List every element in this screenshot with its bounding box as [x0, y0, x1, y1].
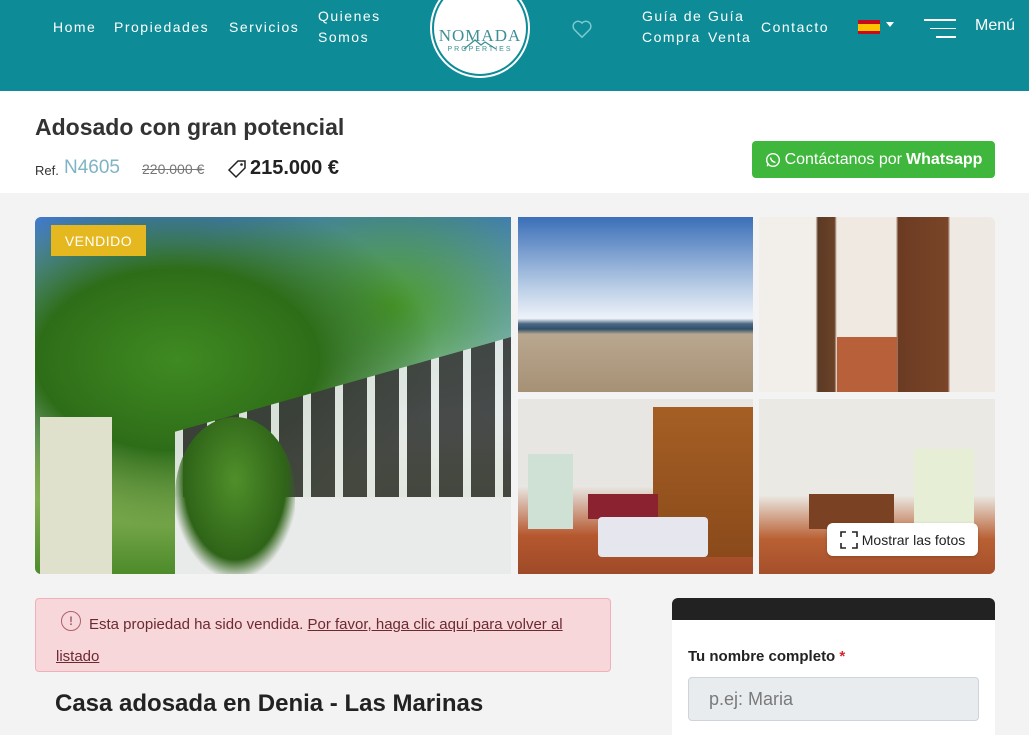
window	[528, 454, 573, 529]
sofa	[588, 494, 658, 519]
nav-propiedades[interactable]: Propiedades	[114, 17, 209, 38]
photo-living-room[interactable]	[518, 399, 753, 574]
sold-alert: ! Esta propiedad ha sido vendida. Por fa…	[35, 598, 611, 672]
price-tag-icon	[227, 160, 246, 179]
ref-label: Ref.	[35, 163, 59, 178]
whatsapp-contact-button[interactable]: Contáctanos por Whatsapp	[752, 141, 995, 178]
form-header	[672, 598, 995, 620]
sold-badge: VENDIDO	[51, 225, 146, 256]
property-subtitle: Casa adosada en Denia - Las Marinas	[55, 690, 484, 717]
old-price: 220.000 €	[142, 161, 205, 177]
name-input[interactable]	[688, 677, 979, 721]
plant	[175, 417, 295, 574]
nav-guia-compra[interactable]: Guía de Compra	[642, 6, 704, 48]
heart-icon[interactable]	[571, 19, 593, 39]
dining-table	[598, 517, 708, 557]
expand-icon	[839, 530, 858, 549]
nav-guia-venta[interactable]: Guía Venta	[708, 6, 760, 48]
alert-message: Esta propiedad ha sido vendida.	[89, 616, 304, 633]
nav-servicios[interactable]: Servicios	[229, 17, 299, 38]
hamburger-menu-icon[interactable]	[924, 19, 956, 45]
name-label-text: Tu nombre completo	[688, 648, 836, 665]
show-photos-label: Mostrar las fotos	[861, 531, 966, 548]
nav-contacto[interactable]: Contacto	[761, 17, 829, 38]
language-dropdown-icon[interactable]	[886, 22, 894, 27]
show-photos-button[interactable]: Mostrar las fotos	[827, 523, 978, 556]
contact-form: Tu nombre completo *	[672, 598, 995, 735]
window	[914, 449, 974, 534]
name-label: Tu nombre completo *	[688, 648, 845, 665]
whatsapp-label: Contáctanos por	[784, 150, 902, 168]
photo-hallway[interactable]	[759, 217, 995, 392]
property-title: Adosado con gran potencial	[35, 114, 345, 140]
nav-home[interactable]: Home	[53, 17, 96, 38]
mountain-icon	[463, 39, 497, 50]
nav-quienes-somos[interactable]: Quienes Somos	[318, 6, 398, 48]
whatsapp-label-bold: Whatsapp	[905, 150, 983, 168]
spain-flag-icon[interactable]	[858, 20, 880, 34]
main-photo[interactable]	[35, 217, 511, 574]
photo-beach[interactable]	[518, 217, 753, 392]
price: 215.000 €	[250, 157, 339, 179]
floor	[837, 337, 897, 392]
ref-number: N4605	[64, 157, 120, 178]
required-mark: *	[839, 648, 846, 665]
whatsapp-icon	[765, 152, 780, 167]
utility-box	[40, 417, 112, 574]
menu-button[interactable]: Menú	[975, 17, 1015, 35]
